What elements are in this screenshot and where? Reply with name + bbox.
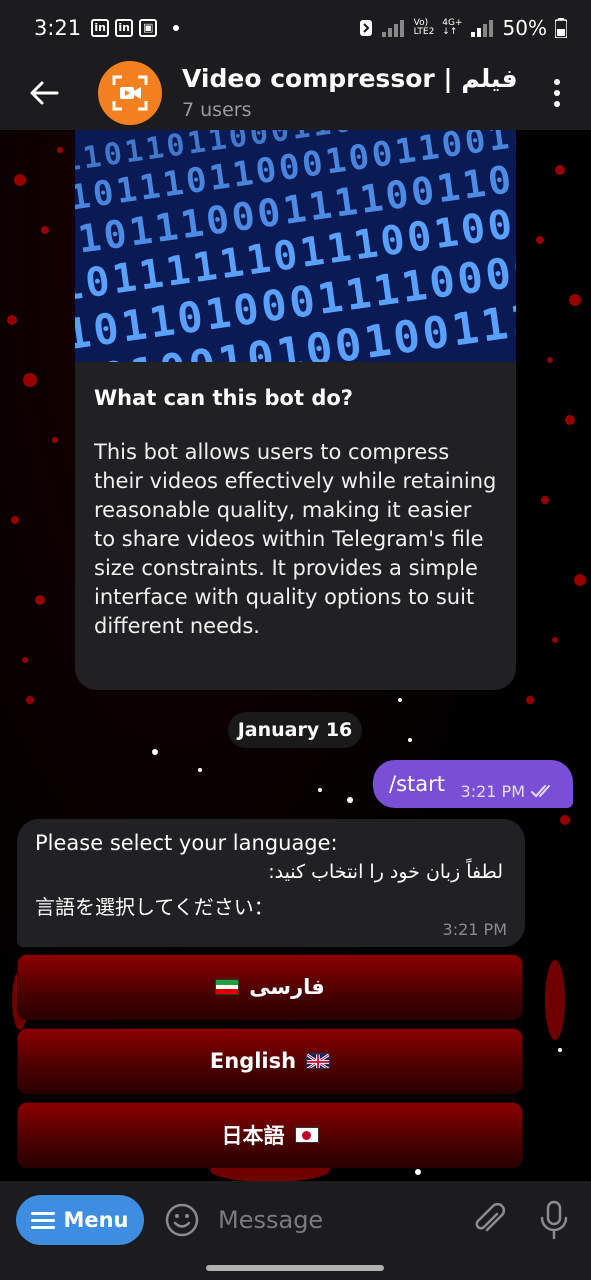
signal-icon	[470, 19, 493, 37]
bot-description-card: 1110110110001101100011 01011101100010011…	[75, 130, 516, 690]
gallery-icon: ▣	[139, 18, 158, 37]
message-input-bar: Menu	[0, 1181, 591, 1259]
linkedin-icon: in	[115, 18, 134, 37]
status-time: 3:21	[34, 15, 82, 40]
message-text: /start	[389, 772, 445, 796]
menu-button[interactable]: Menu	[16, 1195, 144, 1245]
date-separator: January 16	[228, 712, 362, 748]
kebab-dot-icon	[554, 100, 560, 107]
kebab-dot-icon	[554, 89, 560, 96]
outgoing-message[interactable]: /start 3:21 PM	[373, 760, 573, 808]
avatar[interactable]	[98, 60, 162, 125]
bot-card-description: This bot allows users to compress their …	[94, 440, 497, 638]
language-label: 日本語	[221, 1124, 285, 1148]
message-input[interactable]	[218, 1206, 448, 1234]
language-button-japanese[interactable]: 日本語	[17, 1102, 523, 1168]
volte-icon: Vo) LTE2	[413, 17, 435, 37]
language-button-english[interactable]: English	[17, 1028, 523, 1094]
message-line: 言語を選択してください：	[35, 895, 274, 919]
video-compress-icon	[112, 75, 148, 110]
japan-flag-icon	[294, 1127, 319, 1143]
battery-icon	[555, 17, 567, 38]
uk-flag-icon	[306, 1053, 331, 1069]
emoji-icon[interactable]	[164, 1202, 200, 1238]
language-label: English	[209, 1049, 297, 1073]
message-time: 3:21 PM	[442, 920, 507, 939]
hamburger-icon	[31, 1212, 56, 1229]
bot-card-heading: What can this bot do?	[94, 386, 353, 410]
battery-percent: 50%	[502, 15, 547, 40]
more-options-button[interactable]	[547, 73, 567, 113]
home-gesture-handle[interactable]	[206, 1265, 384, 1271]
4g-icon: 4G+ ↓↑	[442, 17, 463, 37]
microphone-icon[interactable]	[539, 1200, 569, 1240]
double-check-icon	[531, 785, 550, 798]
kebab-dot-icon	[554, 78, 560, 85]
linkedin-icon: in	[91, 18, 110, 37]
chat-header: Video compressor | فشرده فیلم 7 users	[0, 55, 591, 130]
signal-icon	[381, 19, 404, 37]
language-button-farsi[interactable]: فارسی	[17, 954, 523, 1020]
incoming-message[interactable]: Please select your language: لطفاً زبان …	[17, 819, 525, 947]
menu-label: Menu	[63, 1208, 129, 1232]
iran-flag-icon	[215, 979, 240, 995]
status-bar: 3:21 in in ▣ Vo) LTE2 4G+ ↓↑ 50%	[0, 0, 591, 55]
message-time: 3:21 PM	[460, 781, 525, 801]
system-nav-bar	[0, 1259, 591, 1280]
chat-subtitle: 7 users	[182, 99, 252, 121]
language-label: فارسی	[249, 975, 325, 999]
paperclip-icon[interactable]	[469, 1200, 509, 1240]
nfc-icon	[359, 19, 372, 36]
chat-title[interactable]: Video compressor | فشرده فیلم	[182, 64, 517, 93]
notification-dot-icon	[173, 24, 180, 31]
binary-code-image: 1110110110001101100011 01011101100010011…	[75, 130, 516, 362]
back-button[interactable]	[12, 61, 76, 125]
message-line: Please select your language:	[35, 831, 338, 855]
message-line: لطفاً زبان خود را انتخاب کنید:	[268, 861, 503, 883]
arrow-left-icon	[30, 81, 59, 104]
